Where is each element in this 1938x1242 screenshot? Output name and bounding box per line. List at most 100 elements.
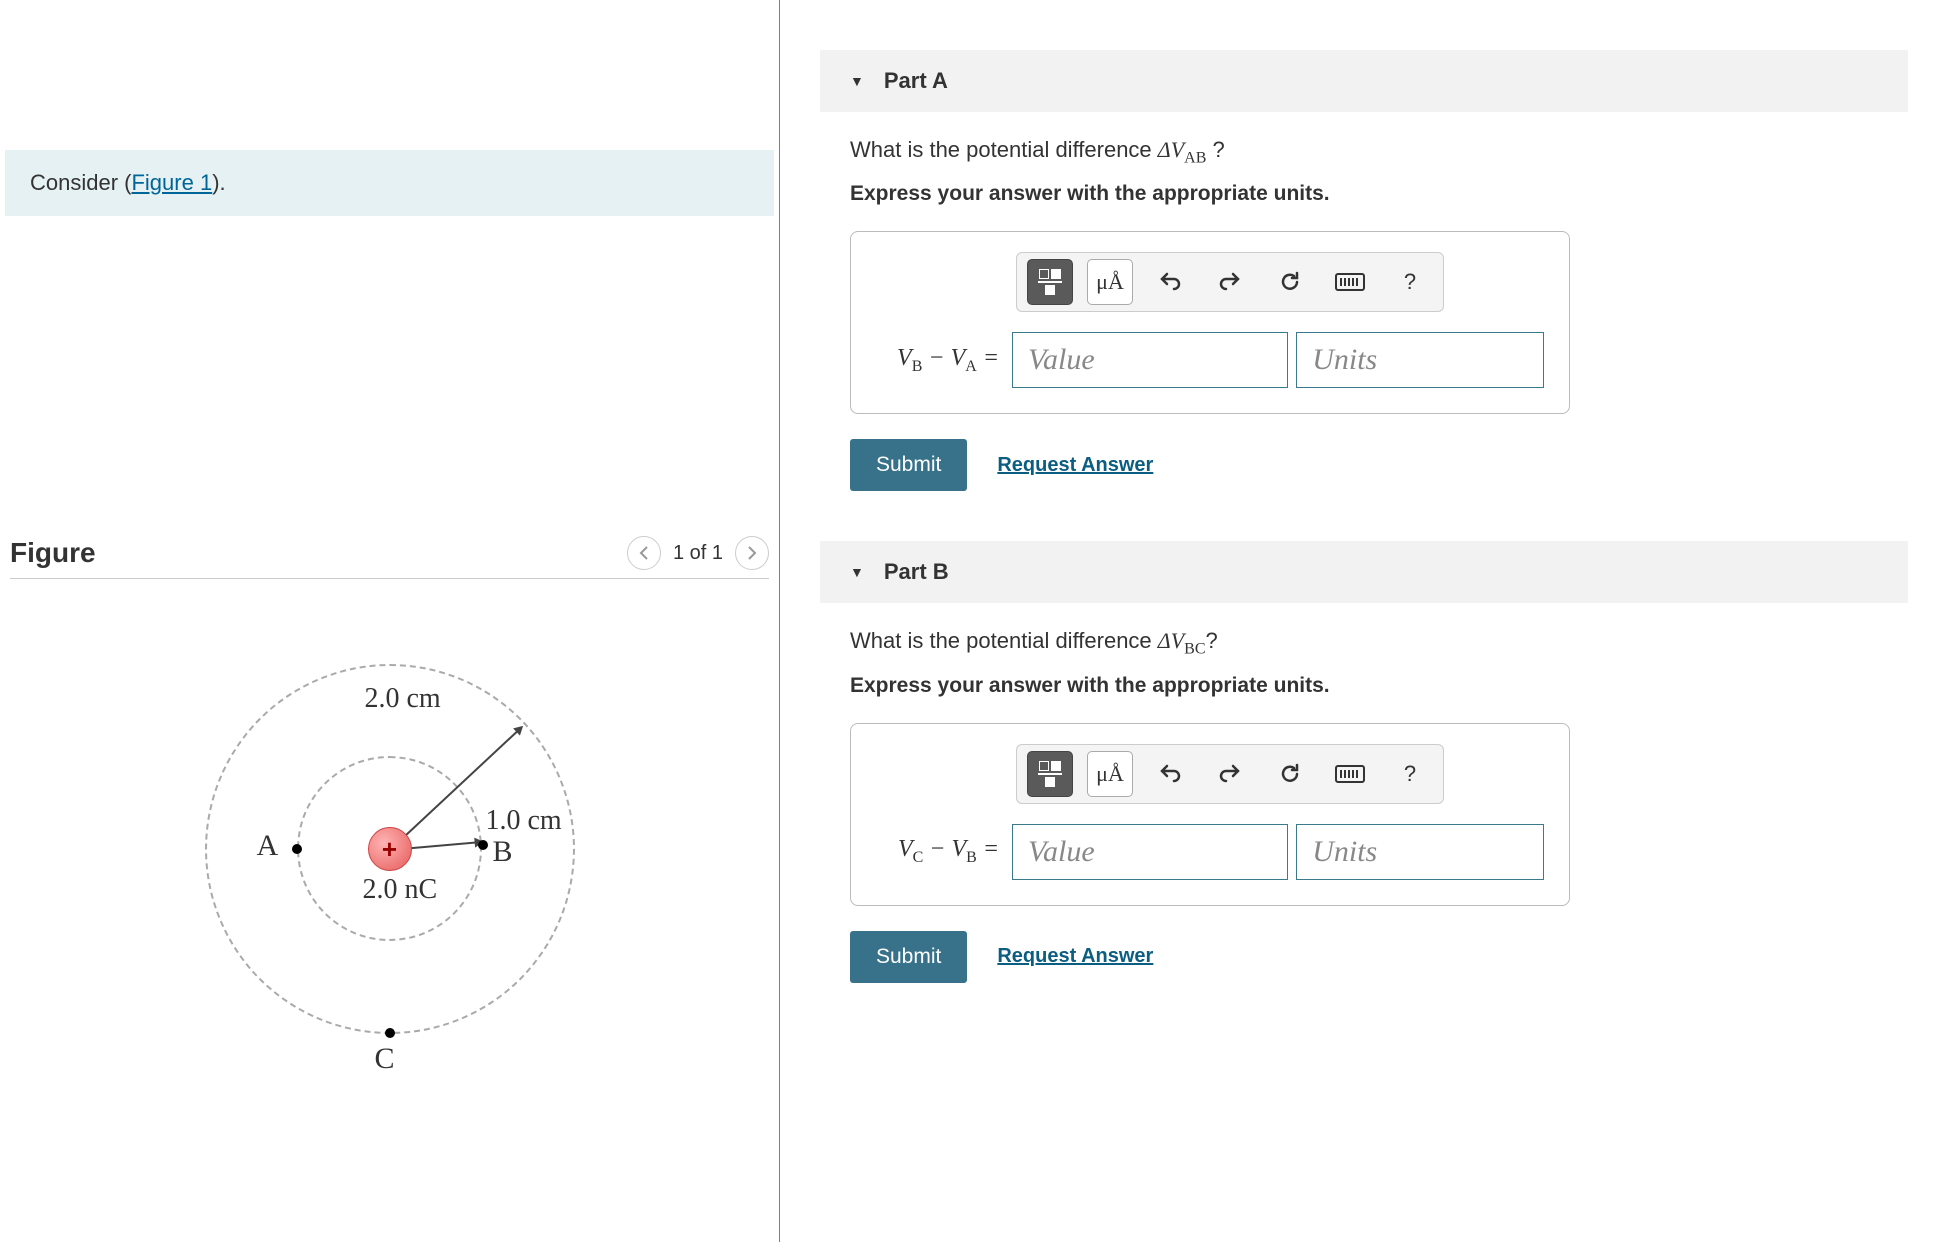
keyboard-icon <box>1335 273 1365 291</box>
request-answer-link[interactable]: Request Answer <box>997 945 1153 968</box>
prompt-box: Consider (Figure 1). <box>5 150 774 216</box>
part-b-actions: Submit Request Answer <box>850 931 1898 983</box>
q-suffix: ? <box>1206 137 1224 162</box>
submit-button[interactable]: Submit <box>850 439 967 491</box>
keyboard-button[interactable] <box>1327 751 1373 797</box>
lhs-v1: V <box>897 345 912 371</box>
lhs-v2: V <box>951 836 966 862</box>
keyboard-icon <box>1335 765 1365 783</box>
template-button[interactable] <box>1027 751 1073 797</box>
point-A-dot <box>292 844 302 854</box>
plus-symbol: + <box>382 834 397 865</box>
part-b-lhs: VC − VB = <box>876 836 1004 867</box>
part-b-answer-row: VC − VB = Value Units <box>876 824 1544 880</box>
part-a-instruction: Express your answer with the appropriate… <box>850 182 1898 206</box>
help-button[interactable]: ? <box>1387 259 1433 305</box>
template-button[interactable] <box>1027 259 1073 305</box>
lhs-s2: B <box>966 849 977 866</box>
keyboard-button[interactable] <box>1327 259 1373 305</box>
q-suffix: ? <box>1206 628 1218 653</box>
central-charge: + <box>368 827 412 871</box>
part-a-answer-row: VB − VA = Value Units <box>876 332 1544 388</box>
part-b-question: What is the potential difference ΔVBC? <box>850 628 1898 658</box>
point-C-dot <box>385 1028 395 1038</box>
figure-header: Figure 1 of 1 <box>10 536 769 579</box>
undo-button[interactable] <box>1147 751 1193 797</box>
part-b-title: Part B <box>884 559 949 585</box>
lhs-v2: V <box>951 345 966 371</box>
right-pane: ▼ Part A What is the potential differenc… <box>780 0 1938 1242</box>
q-sub: BC <box>1184 641 1205 658</box>
value-input[interactable]: Value <box>1012 332 1288 388</box>
part-a-body: What is the potential difference ΔVAB ? … <box>780 112 1938 501</box>
figure-heading: Figure <box>10 537 96 569</box>
reset-button[interactable] <box>1267 751 1313 797</box>
lhs-minus: − <box>923 836 951 862</box>
reset-icon <box>1278 270 1302 294</box>
redo-button[interactable] <box>1207 751 1253 797</box>
redo-icon <box>1218 762 1242 786</box>
units-button[interactable]: μÅ <box>1087 751 1133 797</box>
prompt-prefix: Consider ( <box>30 170 131 195</box>
part-a-lhs: VB − VA = <box>876 345 1004 376</box>
units-input[interactable]: Units <box>1296 824 1544 880</box>
reset-icon <box>1278 762 1302 786</box>
part-b-answer-box: μÅ ? VC − <box>850 723 1570 906</box>
chevron-left-icon <box>639 546 649 560</box>
part-b-body: What is the potential difference ΔVBC? E… <box>780 603 1938 992</box>
units-button[interactable]: μÅ <box>1087 259 1133 305</box>
collapse-icon: ▼ <box>850 564 864 580</box>
left-pane: Consider (Figure 1). Figure 1 of 1 <box>0 0 780 1242</box>
figure-diagram: + A B C 1.0 cm 2.0 cm 2.0 nC <box>110 599 670 1099</box>
part-a-header[interactable]: ▼ Part A <box>820 50 1908 112</box>
part-a-title: Part A <box>884 68 948 94</box>
q-prefix: What is the potential difference <box>850 628 1158 653</box>
prev-figure-button[interactable] <box>627 536 661 570</box>
part-a-question: What is the potential difference ΔVAB ? <box>850 137 1898 167</box>
q-prefix: What is the potential difference <box>850 137 1158 162</box>
request-answer-link[interactable]: Request Answer <box>997 454 1153 477</box>
undo-icon <box>1158 762 1182 786</box>
redo-button[interactable] <box>1207 259 1253 305</box>
part-a-answer-box: μÅ ? VB − <box>850 231 1570 414</box>
q-sub: AB <box>1184 149 1206 166</box>
part-b-instruction: Express your answer with the appropriate… <box>850 674 1898 698</box>
lhs-s1: B <box>912 358 923 375</box>
lhs-s2: A <box>965 358 977 375</box>
part-b-toolbar: μÅ ? <box>1016 744 1444 804</box>
part-b-header[interactable]: ▼ Part B <box>820 541 1908 603</box>
figure-link[interactable]: Figure 1 <box>131 170 212 195</box>
lhs-v1: V <box>898 836 913 862</box>
next-figure-button[interactable] <box>735 536 769 570</box>
reset-button[interactable] <box>1267 259 1313 305</box>
lhs-minus: − <box>922 345 950 371</box>
redo-icon <box>1218 270 1242 294</box>
q-delta: ΔVAB <box>1158 137 1207 162</box>
lhs-eq: = <box>977 836 999 862</box>
fraction-icon <box>1038 761 1062 787</box>
prompt-suffix: ). <box>212 170 225 195</box>
label-B: B <box>493 835 513 869</box>
fraction-icon <box>1038 269 1062 295</box>
label-A: A <box>257 829 279 863</box>
outer-radius-label: 2.0 cm <box>365 683 441 715</box>
help-button[interactable]: ? <box>1387 751 1433 797</box>
undo-icon <box>1158 270 1182 294</box>
part-a-actions: Submit Request Answer <box>850 439 1898 491</box>
lhs-s1: C <box>913 849 924 866</box>
charge-label: 2.0 nC <box>363 874 438 906</box>
value-input[interactable]: Value <box>1012 824 1288 880</box>
figure-section: Figure 1 of 1 + <box>0 536 779 1099</box>
collapse-icon: ▼ <box>850 73 864 89</box>
chevron-right-icon <box>747 546 757 560</box>
point-B-dot <box>478 840 488 850</box>
part-a-toolbar: μÅ ? <box>1016 252 1444 312</box>
q-delta: ΔVBC <box>1158 628 1206 653</box>
figure-page-indicator: 1 of 1 <box>673 542 723 565</box>
undo-button[interactable] <box>1147 259 1193 305</box>
label-C: C <box>375 1042 395 1076</box>
app-root: Consider (Figure 1). Figure 1 of 1 <box>0 0 1938 1242</box>
units-input[interactable]: Units <box>1296 332 1544 388</box>
submit-button[interactable]: Submit <box>850 931 967 983</box>
inner-radius-label: 1.0 cm <box>486 805 562 837</box>
